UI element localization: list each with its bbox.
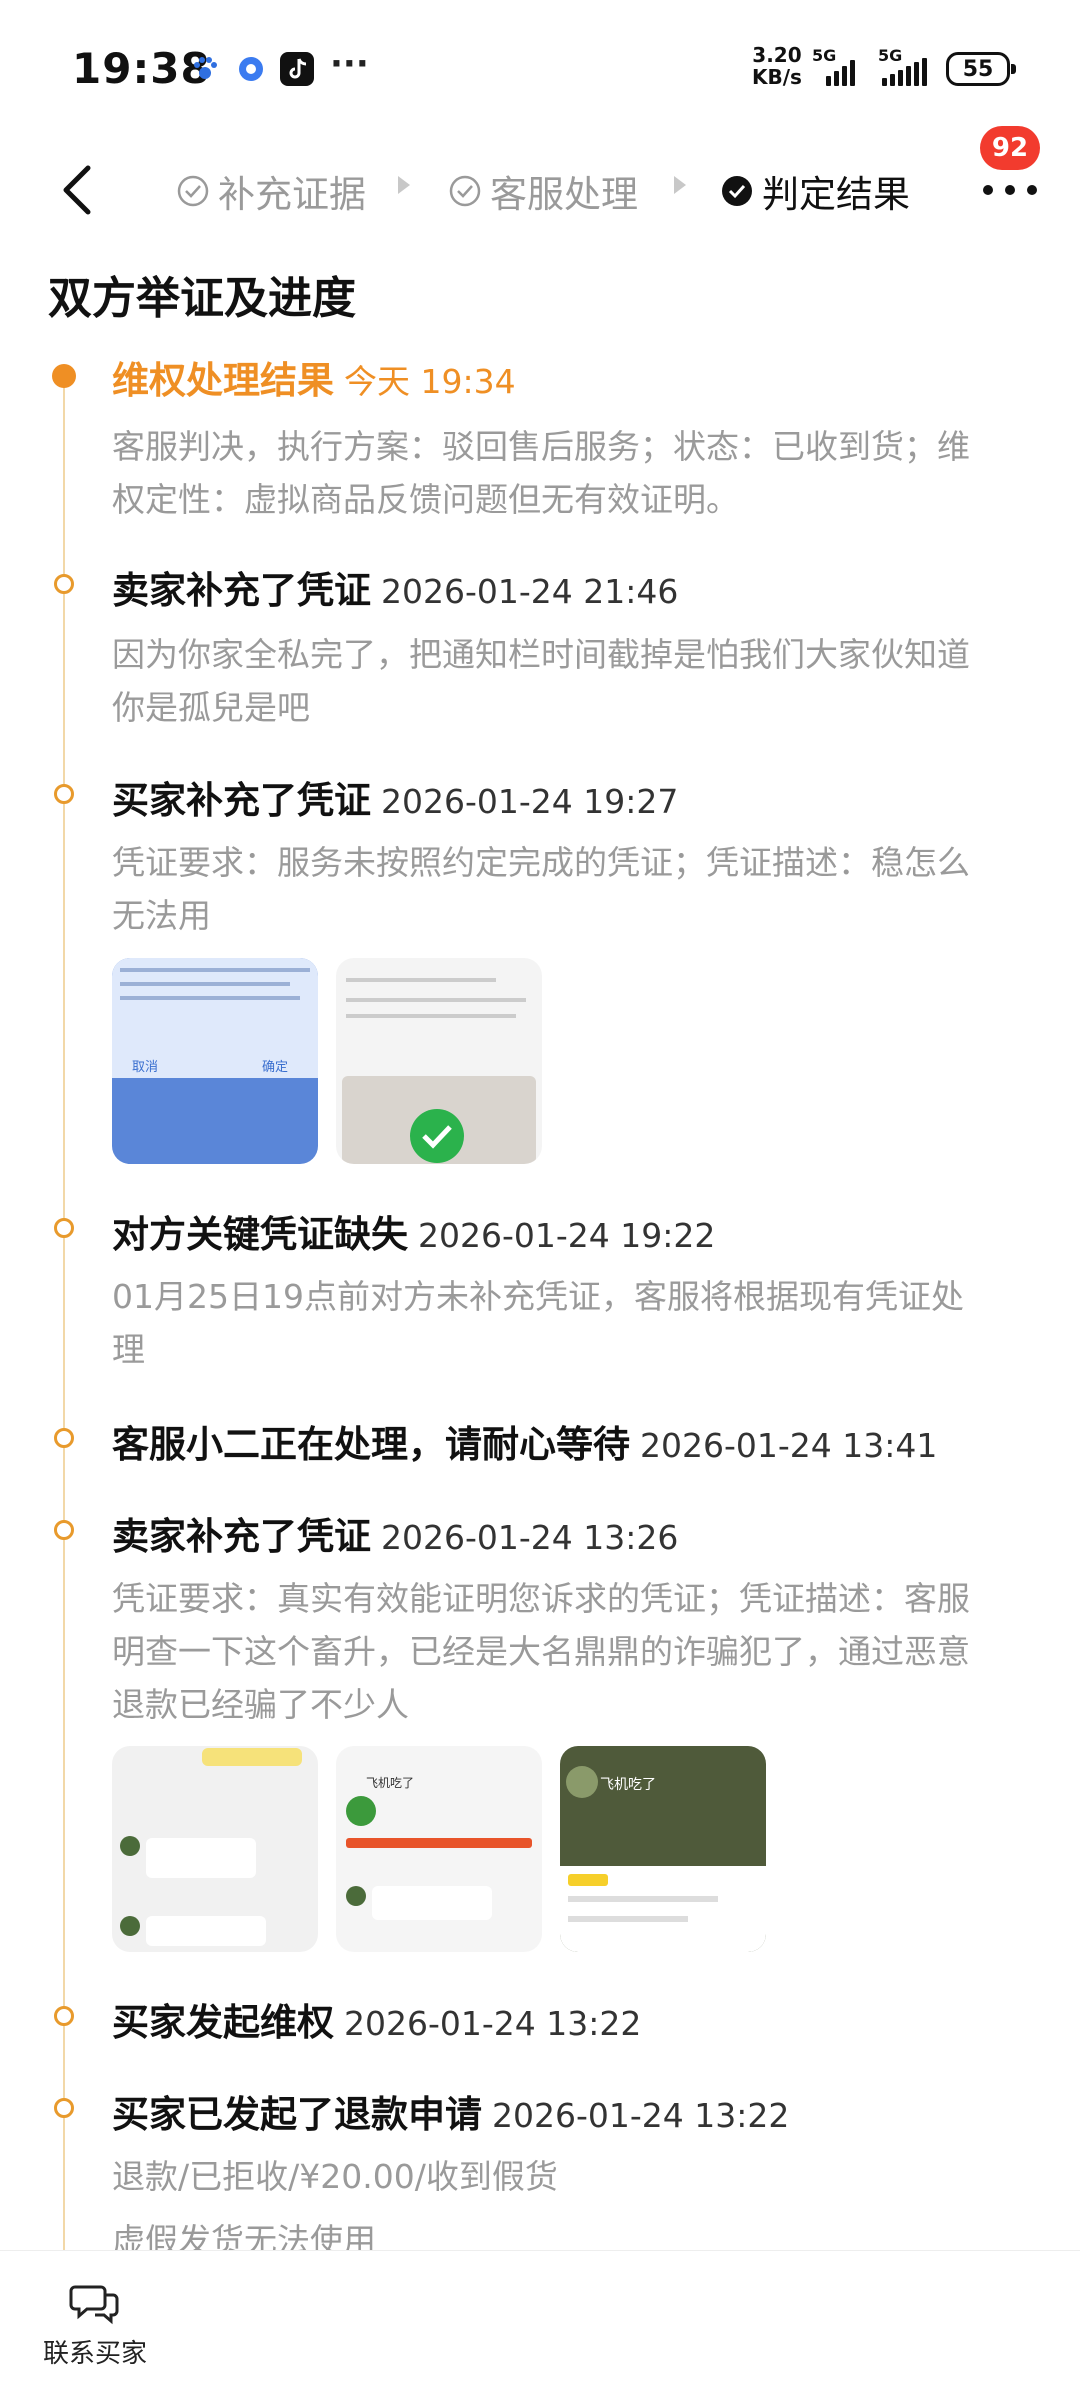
event-desc-line: 退款/已拒收/¥20.00/收到假货 bbox=[112, 2157, 558, 2196]
event-title: 客服小二正在处理，请耐心等待 bbox=[112, 1423, 630, 1466]
step-arrow-icon bbox=[398, 176, 410, 194]
chat-bubbles-icon bbox=[69, 2285, 119, 2325]
more-menu-icon[interactable] bbox=[980, 180, 1040, 200]
evidence-image-dialog[interactable]: 取消 确定 bbox=[112, 958, 318, 1164]
back-arrow-icon[interactable] bbox=[50, 160, 110, 220]
step-label: 客服处理 bbox=[490, 173, 638, 216]
event-title: 维权处理结果 bbox=[112, 359, 334, 402]
event-title: 对方关键凭证缺失 bbox=[112, 1213, 408, 1256]
timeline-dot bbox=[54, 2098, 74, 2118]
battery-icon: 55 bbox=[946, 52, 1016, 86]
nav-bar: 补充证据 客服处理 判定结果 92 bbox=[0, 126, 1080, 240]
check-circle-icon bbox=[177, 175, 209, 207]
signal-bars-1-icon bbox=[826, 56, 855, 86]
event-time: 今天 19:34 bbox=[344, 362, 516, 401]
status-bar: 19:38 ··· 3.20 KB/s 5G 5G 55 bbox=[0, 0, 1080, 130]
net-speed: 3.20 KB/s bbox=[752, 44, 802, 88]
step-supplement-evidence: 补充证据 bbox=[176, 164, 366, 218]
event-header: 卖家补充了凭证 2026-01-24 21:46 bbox=[112, 560, 678, 614]
page-title: 双方举证及进度 bbox=[48, 273, 356, 324]
timeline-dot bbox=[54, 2006, 74, 2026]
event-desc: 凭证要求：真实有效能证明您诉求的凭证；凭证描述：客服明查一下这个畜升，已经是大名… bbox=[112, 1579, 970, 1724]
timeline-dot bbox=[54, 1218, 74, 1238]
evidence-image-chat[interactable] bbox=[112, 1746, 318, 1952]
timeline-dot bbox=[54, 574, 74, 594]
evidence-images: 飞机吃了 飞机吃了 bbox=[112, 1746, 766, 1952]
timeline-dot-active bbox=[52, 364, 76, 388]
check-circle-icon bbox=[449, 175, 481, 207]
green-check-icon bbox=[410, 1109, 464, 1163]
event-title: 卖家补充了凭证 bbox=[112, 569, 371, 612]
profile-name-text: 飞机吃了 bbox=[600, 1777, 656, 1793]
event-desc: 凭证要求：服务未按照约定完成的凭证；凭证描述：稳怎么无法用 bbox=[112, 843, 970, 935]
event-time: 2026-01-24 21:46 bbox=[381, 572, 679, 611]
event-time: 2026-01-24 13:22 bbox=[492, 2096, 790, 2135]
event-time: 2026-01-24 13:22 bbox=[344, 2004, 642, 2043]
event-time: 2026-01-24 13:41 bbox=[640, 1426, 938, 1465]
event-header: 对方关键凭证缺失 2026-01-24 19:22 bbox=[112, 1204, 715, 1258]
net-speed-unit: KB/s bbox=[752, 65, 802, 89]
event-time: 2026-01-24 19:27 bbox=[381, 782, 679, 821]
bottom-bar: 联系买家 bbox=[0, 2250, 1080, 2401]
event-desc: 01月25日19点前对方未补充凭证，客服将根据现有凭证处理 bbox=[112, 1277, 964, 1369]
timeline-dot bbox=[54, 1520, 74, 1540]
event-time: 2026-01-24 13:26 bbox=[381, 1518, 679, 1557]
event-title: 买家补充了凭证 bbox=[112, 779, 371, 822]
event-header: 买家已发起了退款申请 2026-01-24 13:22 bbox=[112, 2084, 789, 2138]
event-title: 买家已发起了退款申请 bbox=[112, 2093, 482, 2136]
event-desc: 因为你家全私完了，把通知栏时间截掉是怕我们大家伙知道你是孤兒是吧 bbox=[112, 635, 970, 727]
evidence-image-order[interactable]: 飞机吃了 bbox=[336, 1746, 542, 1952]
dialog-confirm-text: 确定 bbox=[262, 1060, 289, 1075]
evidence-images: 取消 确定 bbox=[112, 958, 542, 1164]
timeline-line bbox=[63, 380, 65, 2260]
event-time: 2026-01-24 19:22 bbox=[418, 1216, 716, 1255]
event-header: 买家补充了凭证 2026-01-24 19:27 bbox=[112, 770, 678, 824]
event-header: 卖家补充了凭证 2026-01-24 13:26 bbox=[112, 1506, 678, 1560]
signal-bars-2-icon bbox=[882, 56, 927, 86]
step-label: 判定结果 bbox=[762, 173, 910, 216]
evidence-image-profile[interactable]: 飞机吃了 bbox=[560, 1746, 766, 1952]
contact-buyer-label: 联系买家 bbox=[42, 2339, 147, 2369]
order-title-text: 飞机吃了 bbox=[366, 1776, 415, 1790]
more-notifications-icon: ··· bbox=[330, 44, 369, 84]
event-header: 维权处理结果 今天 19:34 bbox=[112, 350, 516, 404]
event-title: 卖家补充了凭证 bbox=[112, 1515, 371, 1558]
tiktok-icon bbox=[280, 52, 314, 86]
step-arrow-icon bbox=[674, 176, 686, 194]
check-filled-icon bbox=[722, 176, 752, 206]
message-badge: 92 bbox=[980, 126, 1040, 170]
net-speed-value: 3.20 bbox=[752, 43, 802, 67]
event-header: 买家发起维权 2026-01-24 13:22 bbox=[112, 1992, 641, 2046]
battery-level: 55 bbox=[962, 56, 994, 82]
step-label: 补充证据 bbox=[218, 173, 366, 216]
timeline-dot bbox=[54, 784, 74, 804]
event-header: 客服小二正在处理，请耐心等待 2026-01-24 13:41 bbox=[112, 1414, 937, 1468]
step-judgement-result: 判定结果 bbox=[720, 164, 910, 218]
contact-buyer-button[interactable]: 联系买家 bbox=[40, 2281, 150, 2370]
baidu-paw-icon bbox=[194, 57, 217, 79]
dialog-cancel-text: 取消 bbox=[132, 1060, 159, 1075]
circle-app-icon bbox=[239, 57, 263, 81]
timeline-dot bbox=[54, 1428, 74, 1448]
event-desc: 客服判决，执行方案：驳回售后服务；状态：已收到货；维权定性：虚拟商品反馈问题但无… bbox=[112, 427, 970, 519]
evidence-image-app[interactable] bbox=[336, 958, 542, 1164]
step-customer-service: 客服处理 bbox=[448, 164, 638, 218]
event-title: 买家发起维权 bbox=[112, 2001, 334, 2044]
